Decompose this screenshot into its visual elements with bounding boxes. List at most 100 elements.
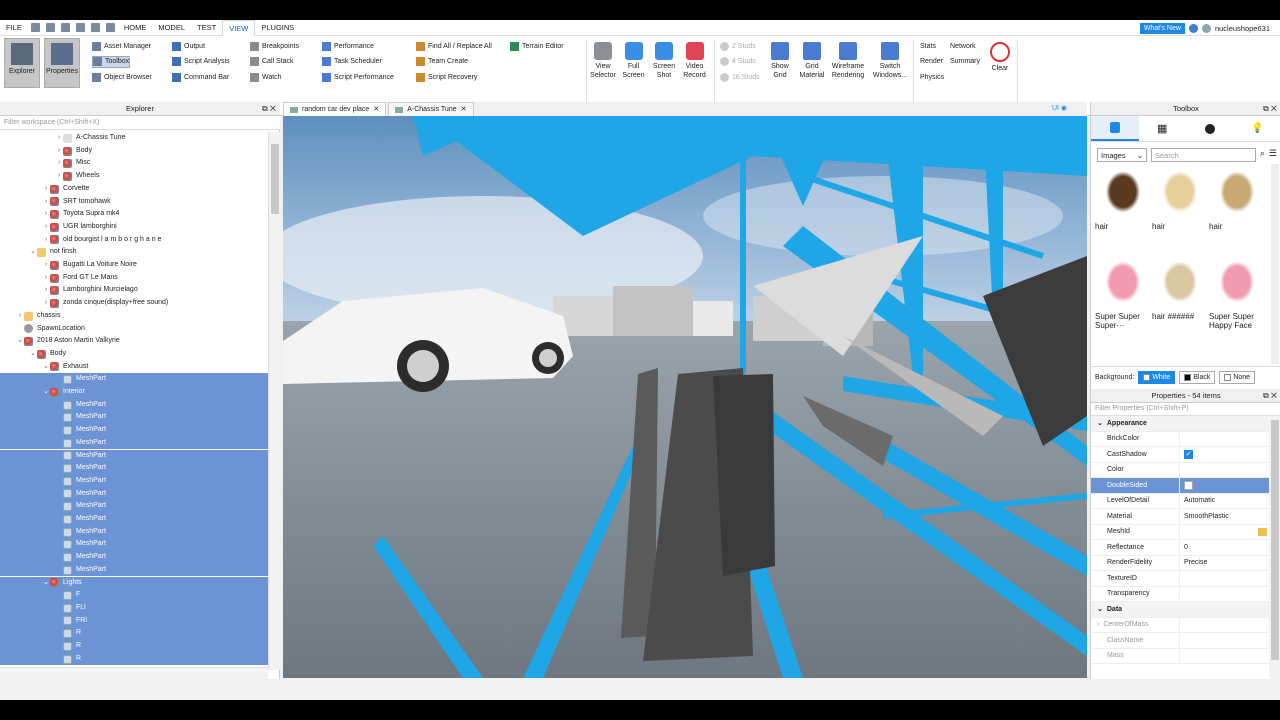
tree-item[interactable]: MeshPart xyxy=(0,462,268,475)
property-value[interactable] xyxy=(1179,431,1269,446)
background-none-button[interactable]: None xyxy=(1219,371,1256,384)
scrollbar-thumb[interactable] xyxy=(1271,420,1279,660)
tree-item[interactable]: FRl xyxy=(0,614,268,628)
checkbox-checked[interactable]: ✓ xyxy=(1184,449,1193,459)
ribbon-item-breakpoints[interactable]: Breakpoints xyxy=(250,40,299,52)
tree-item[interactable]: › zonda cinque(display+free sound) xyxy=(0,297,268,310)
properties-scrollbar[interactable] xyxy=(1269,416,1280,679)
properties-filter-input[interactable]: Filter Properties (Ctrl+Shift+P) xyxy=(1091,403,1280,416)
chevron-right-icon[interactable]: › xyxy=(42,221,50,234)
redo-icon[interactable] xyxy=(60,23,70,32)
doc-tab[interactable]: A-Chassis Tune ✕ xyxy=(388,102,474,117)
property-row[interactable]: Material SmoothPlastic xyxy=(1091,509,1269,525)
property-row[interactable]: Reflectance 0 xyxy=(1091,540,1269,556)
tree-item[interactable]: › UGR lamborghini xyxy=(0,221,268,234)
tools-icon[interactable] xyxy=(90,23,100,32)
stats-stats-button[interactable]: Stats xyxy=(920,40,936,52)
toolbox-item[interactable]: hair ###### xyxy=(1152,262,1208,321)
action-full-screen-button[interactable]: Full Screen xyxy=(619,38,649,88)
chevron-down-icon[interactable]: ⌄ xyxy=(1097,420,1103,427)
ribbon-item-command-bar[interactable]: Command Bar xyxy=(172,71,229,83)
property-row[interactable]: TextureID xyxy=(1091,571,1269,587)
terrain-editor-button[interactable]: Terrain Editor xyxy=(510,40,564,52)
tree-item[interactable]: FLl xyxy=(0,601,268,615)
property-row[interactable]: MeshId xyxy=(1091,524,1269,540)
folder-icon[interactable] xyxy=(1258,527,1267,536)
chevron-right-icon[interactable]: › xyxy=(42,183,50,196)
close-icon[interactable]: ✕ xyxy=(461,103,467,117)
explorer-filter-input[interactable]: Filter workspace (Ctrl+Shift+X) xyxy=(0,116,280,130)
property-value[interactable] xyxy=(1179,648,1269,663)
chevron-down-icon[interactable]: ⌄ xyxy=(29,348,37,361)
chevron-right-icon[interactable]: › xyxy=(1097,621,1099,628)
background-black-button[interactable]: Black xyxy=(1179,371,1216,384)
studs-option[interactable]: 4 Studs xyxy=(720,56,756,68)
property-value[interactable]: Precise xyxy=(1179,555,1269,570)
chevron-right-icon[interactable]: › xyxy=(55,157,63,170)
menu-tab-model[interactable]: MODEL xyxy=(152,20,191,36)
setting-grid-button[interactable]: Grid Material xyxy=(796,38,828,88)
property-value[interactable] xyxy=(1179,633,1269,648)
tree-item[interactable]: › Wheels xyxy=(0,170,268,183)
property-category[interactable]: ⌄ Data xyxy=(1091,602,1269,618)
tree-item[interactable]: › Corvette xyxy=(0,183,268,196)
menu-tab-file[interactable]: FILE xyxy=(0,20,28,36)
help-icon[interactable] xyxy=(1188,23,1198,33)
ribbon-item-call-stack[interactable]: Call Stack xyxy=(250,56,294,68)
tree-item[interactable]: › Bugatti La Voiture Noire xyxy=(0,259,268,272)
ribbon-item-task-scheduler[interactable]: Task Scheduler xyxy=(322,56,382,68)
whats-new-button[interactable]: What's New xyxy=(1139,22,1185,34)
tree-item[interactable]: MeshPart xyxy=(0,513,268,526)
ribbon-item-team-create[interactable]: Team Create xyxy=(416,56,468,68)
tree-item[interactable]: MeshPart xyxy=(0,449,268,463)
chevron-down-icon[interactable]: ⌄ xyxy=(16,335,24,348)
action-video-record-button[interactable]: Video Record xyxy=(680,38,710,88)
undo-icon[interactable] xyxy=(45,23,55,32)
setting-wireframe-button[interactable]: Wireframe Rendering xyxy=(828,38,868,88)
property-value[interactable]: SmoothPlastic xyxy=(1179,509,1269,524)
stats-render-button[interactable]: Render xyxy=(920,56,943,68)
checkbox-unchecked[interactable] xyxy=(1184,480,1193,490)
tab-creations[interactable]: 💡 xyxy=(1234,116,1280,141)
property-value[interactable] xyxy=(1179,571,1269,586)
close-icon[interactable]: ⧉ ✕ xyxy=(1263,389,1277,403)
chevron-right-icon[interactable]: › xyxy=(42,297,50,310)
close-icon[interactable]: ✕ xyxy=(373,103,379,117)
property-value[interactable] xyxy=(1179,462,1269,477)
setting-show-button[interactable]: Show Grid xyxy=(764,38,796,88)
toolbox-scrollbar[interactable] xyxy=(1271,164,1279,364)
chevron-right-icon[interactable]: › xyxy=(42,259,50,272)
tree-item[interactable]: ⌄ 2018 Aston Martin Valkyrie xyxy=(0,335,268,348)
ribbon-item-performance[interactable]: Performance xyxy=(322,40,374,52)
action-screen-shot-button[interactable]: Screen Shot xyxy=(649,38,679,88)
ribbon-item-output[interactable]: Output xyxy=(172,40,205,52)
menu-tab-view[interactable]: VIEW xyxy=(222,19,256,36)
chevron-down-icon[interactable]: ⌄ xyxy=(1097,606,1103,613)
property-value[interactable] xyxy=(1179,524,1269,539)
tree-item[interactable]: R xyxy=(0,652,268,666)
tree-item[interactable]: › Toyota Supra mk4 xyxy=(0,208,268,221)
toolbox-item[interactable]: hair xyxy=(1152,172,1208,231)
tree-item[interactable]: › old bourgist l a m b o r g h a n e xyxy=(0,234,268,247)
tree-item[interactable]: › Body xyxy=(0,145,268,158)
property-row[interactable]: › CenterOfMass xyxy=(1091,617,1269,633)
property-row[interactable]: DoubleSided xyxy=(1091,478,1269,494)
property-value[interactable]: ✓ xyxy=(1179,447,1269,462)
explorer-horizontal-scrollbar[interactable] xyxy=(0,667,268,679)
tree-item[interactable]: › Lamborghini Murcielago xyxy=(0,284,268,297)
properties-button[interactable]: Properties xyxy=(44,38,80,88)
stats-network-button[interactable]: Network xyxy=(950,40,976,52)
studs-option[interactable]: 2 Studs xyxy=(720,40,756,52)
stop-icon[interactable] xyxy=(75,23,85,32)
property-row[interactable]: Color xyxy=(1091,462,1269,478)
tree-item[interactable]: MeshPart xyxy=(0,474,268,488)
ribbon-item-asset-manager[interactable]: Asset Manager xyxy=(92,40,151,52)
ribbon-item-object-browser[interactable]: Object Browser xyxy=(92,71,152,83)
close-icon[interactable]: ⧉ ✕ xyxy=(1263,102,1277,116)
tree-item[interactable]: › Ford GT Le Mans xyxy=(0,272,268,285)
ribbon-item-watch[interactable]: Watch xyxy=(250,71,282,83)
tree-item[interactable]: ⌄ Lights xyxy=(0,576,268,590)
3d-viewport[interactable] xyxy=(283,116,1087,678)
tree-item[interactable]: MeshPart xyxy=(0,436,268,450)
property-value[interactable] xyxy=(1179,586,1269,601)
